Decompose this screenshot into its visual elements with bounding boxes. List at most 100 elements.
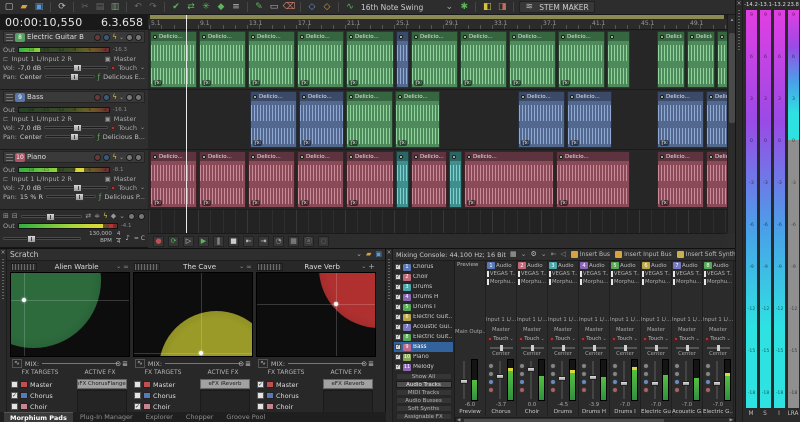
grid-button[interactable]: ▦ bbox=[288, 236, 299, 247]
dock-tab-chopper[interactable]: Chopper bbox=[180, 412, 220, 422]
clip-fx-badge[interactable]: ƒx bbox=[660, 200, 669, 206]
clip-fx-badge[interactable]: ƒx bbox=[202, 80, 211, 86]
strip-pan-slider[interactable] bbox=[707, 347, 730, 349]
gain-knob[interactable] bbox=[643, 363, 649, 369]
fx-target-checkbox[interactable] bbox=[11, 381, 18, 388]
channel-list-row[interactable]: ✓8Electric Guit... bbox=[394, 332, 453, 342]
input-monitor-button[interactable] bbox=[103, 154, 110, 161]
strip-output-bus[interactable]: Master bbox=[672, 327, 702, 333]
volume-slider-handle[interactable] bbox=[73, 64, 82, 72]
audio-clip[interactable]: Delicio... bbox=[687, 31, 715, 88]
fx-target-checkbox[interactable] bbox=[134, 392, 141, 399]
swing-selector[interactable]: 16th Note Swing bbox=[359, 3, 425, 12]
split-icon[interactable]: ⇄ bbox=[85, 213, 91, 220]
track-view-icon[interactable]: ⊞ bbox=[3, 213, 9, 220]
audio-clip[interactable]: Delicio...ƒx bbox=[297, 31, 344, 88]
fx-target-row[interactable]: Master bbox=[134, 379, 198, 390]
track-name[interactable]: Electric Guitar B bbox=[27, 33, 92, 41]
audio-clip[interactable]: Delicio... bbox=[411, 151, 447, 208]
audio-clip[interactable]: Delicio...ƒx bbox=[395, 91, 440, 148]
insert-soft-synth-button[interactable]: Insert Soft Synth... bbox=[677, 251, 735, 258]
strip-input-routing[interactable]: Input 1 L/... bbox=[579, 317, 609, 323]
audio-clip[interactable] bbox=[607, 31, 630, 88]
drag-handle[interactable] bbox=[388, 259, 390, 299]
pan-slider-handle[interactable] bbox=[70, 73, 79, 81]
mix-slider[interactable]: ⊙ bbox=[288, 363, 365, 364]
link-icon[interactable]: ∞ bbox=[246, 263, 252, 271]
metronome-button[interactable]: ◔ bbox=[273, 236, 284, 247]
fx-target-row[interactable]: ✓Choir bbox=[134, 401, 198, 412]
volume-slider[interactable] bbox=[44, 66, 108, 69]
levels-icon[interactable]: ≑ bbox=[94, 213, 100, 220]
close-icon[interactable]: × bbox=[0, 249, 6, 257]
curve-icon[interactable]: ∿ bbox=[258, 359, 268, 368]
mix-slider-handle[interactable]: ⊙ bbox=[115, 360, 121, 368]
xy-pad[interactable] bbox=[256, 272, 376, 357]
marker-icon[interactable]: ◆ bbox=[111, 213, 116, 220]
time-signature[interactable]: 44 bbox=[116, 231, 122, 244]
track-lane[interactable]: Delicio...ƒxDelicio...ƒxDelicio...ƒxDeli… bbox=[148, 30, 727, 90]
module-preset-name[interactable]: The Cave bbox=[162, 263, 237, 271]
filter-assignable-fx[interactable]: Assignable FX bbox=[396, 413, 452, 420]
groove-icon[interactable]: ✱ bbox=[458, 1, 470, 13]
track-fx-preset[interactable]: Delicious E... bbox=[103, 73, 145, 81]
close-icon[interactable]: × bbox=[736, 0, 742, 8]
fx-target-checkbox[interactable] bbox=[257, 403, 264, 410]
channel-list-row[interactable]: ✓7Acoustic Gui... bbox=[394, 322, 453, 332]
volume-slider-handle[interactable] bbox=[73, 124, 82, 132]
fader-bank-icon[interactable]: ≣ bbox=[368, 360, 374, 368]
draw-tool-icon[interactable]: ✎ bbox=[253, 1, 265, 13]
plugin-slot[interactable]: Morphu... bbox=[548, 278, 578, 286]
insert-bus-button[interactable]: Insert Bus bbox=[571, 251, 610, 258]
strip-fader-handle[interactable] bbox=[460, 379, 468, 384]
strip-pan-slider[interactable] bbox=[552, 347, 575, 349]
master-solo-button[interactable] bbox=[138, 213, 145, 220]
solo-button[interactable] bbox=[135, 154, 142, 161]
mix-slider[interactable]: ⊙ bbox=[42, 363, 119, 364]
active-fx-button[interactable]: eFX iReverb bbox=[200, 379, 250, 389]
filter-audio-busses[interactable]: Audio Busses bbox=[396, 397, 452, 404]
volume-slider[interactable] bbox=[44, 186, 108, 189]
chevron-down-icon[interactable]: ⌄ bbox=[356, 251, 362, 258]
automation-mode[interactable]: Touch bbox=[118, 184, 137, 192]
output-bus[interactable]: Master bbox=[114, 115, 136, 123]
fader-bank-icon[interactable]: ≣ bbox=[245, 360, 251, 368]
scroll-left-arrow[interactable]: ◀ bbox=[457, 418, 460, 422]
clip-fx-badge[interactable]: ƒx bbox=[414, 80, 423, 86]
aux-knob[interactable] bbox=[705, 371, 711, 377]
chevron-down-icon[interactable]: ⌄ bbox=[140, 64, 145, 71]
mix-slider-handle[interactable]: ⊙ bbox=[238, 360, 244, 368]
ripple-toggle-icon[interactable]: ✳ bbox=[200, 1, 212, 13]
audio-clip[interactable]: Delicio...ƒx bbox=[248, 151, 295, 208]
fx-target-checkbox[interactable]: ✓ bbox=[257, 381, 264, 388]
xy-pad-cursor[interactable] bbox=[334, 302, 338, 306]
automation-icon[interactable]: ϟ bbox=[112, 154, 117, 161]
strip-input-routing[interactable]: Input 1 L/... bbox=[486, 317, 516, 323]
master-slider[interactable] bbox=[3, 237, 81, 240]
strip-name[interactable]: Drums I bbox=[610, 409, 640, 415]
strip-output-bus[interactable]: Master bbox=[610, 327, 640, 333]
input-routing[interactable]: Input 1 L/Input 2 R bbox=[11, 175, 72, 183]
audio-clip[interactable]: Delicio... bbox=[706, 151, 727, 208]
filter-midi-tracks[interactable]: MIDI Tracks bbox=[396, 389, 452, 396]
track-name[interactable]: Piano bbox=[27, 153, 92, 161]
downmix-icon[interactable]: ⇤ bbox=[551, 251, 557, 258]
envelope-orange-icon[interactable]: ◇ bbox=[321, 1, 333, 13]
mixer-horizontal-scrollbar[interactable]: ◀▶ bbox=[455, 417, 735, 422]
solo-button[interactable] bbox=[135, 34, 142, 41]
filter-audio-tracks[interactable]: Audio Tracks bbox=[396, 381, 452, 388]
channel-checkbox[interactable]: ✓ bbox=[395, 354, 401, 360]
record-button[interactable]: ● bbox=[153, 236, 164, 247]
clip-fx-badge[interactable]: ƒx bbox=[349, 200, 358, 206]
strip-name[interactable]: Drums bbox=[548, 409, 578, 415]
plugin-slot[interactable]: VEGAS T... bbox=[517, 270, 547, 278]
strip-output-bus[interactable]: Master bbox=[548, 327, 578, 333]
plugin-slot[interactable]: VEGAS T... bbox=[548, 270, 578, 278]
clip-fx-badge[interactable]: ƒx bbox=[559, 200, 568, 206]
mix-slider-handle[interactable]: ⊙ bbox=[361, 360, 367, 368]
strip-output-bus[interactable]: Master bbox=[703, 327, 733, 333]
channel-checkbox[interactable]: ✓ bbox=[395, 264, 401, 270]
clip-fx-badge[interactable]: ƒx bbox=[300, 200, 309, 206]
channel-checkbox[interactable]: ✓ bbox=[395, 344, 401, 350]
strip-fader-handle[interactable] bbox=[589, 375, 597, 380]
